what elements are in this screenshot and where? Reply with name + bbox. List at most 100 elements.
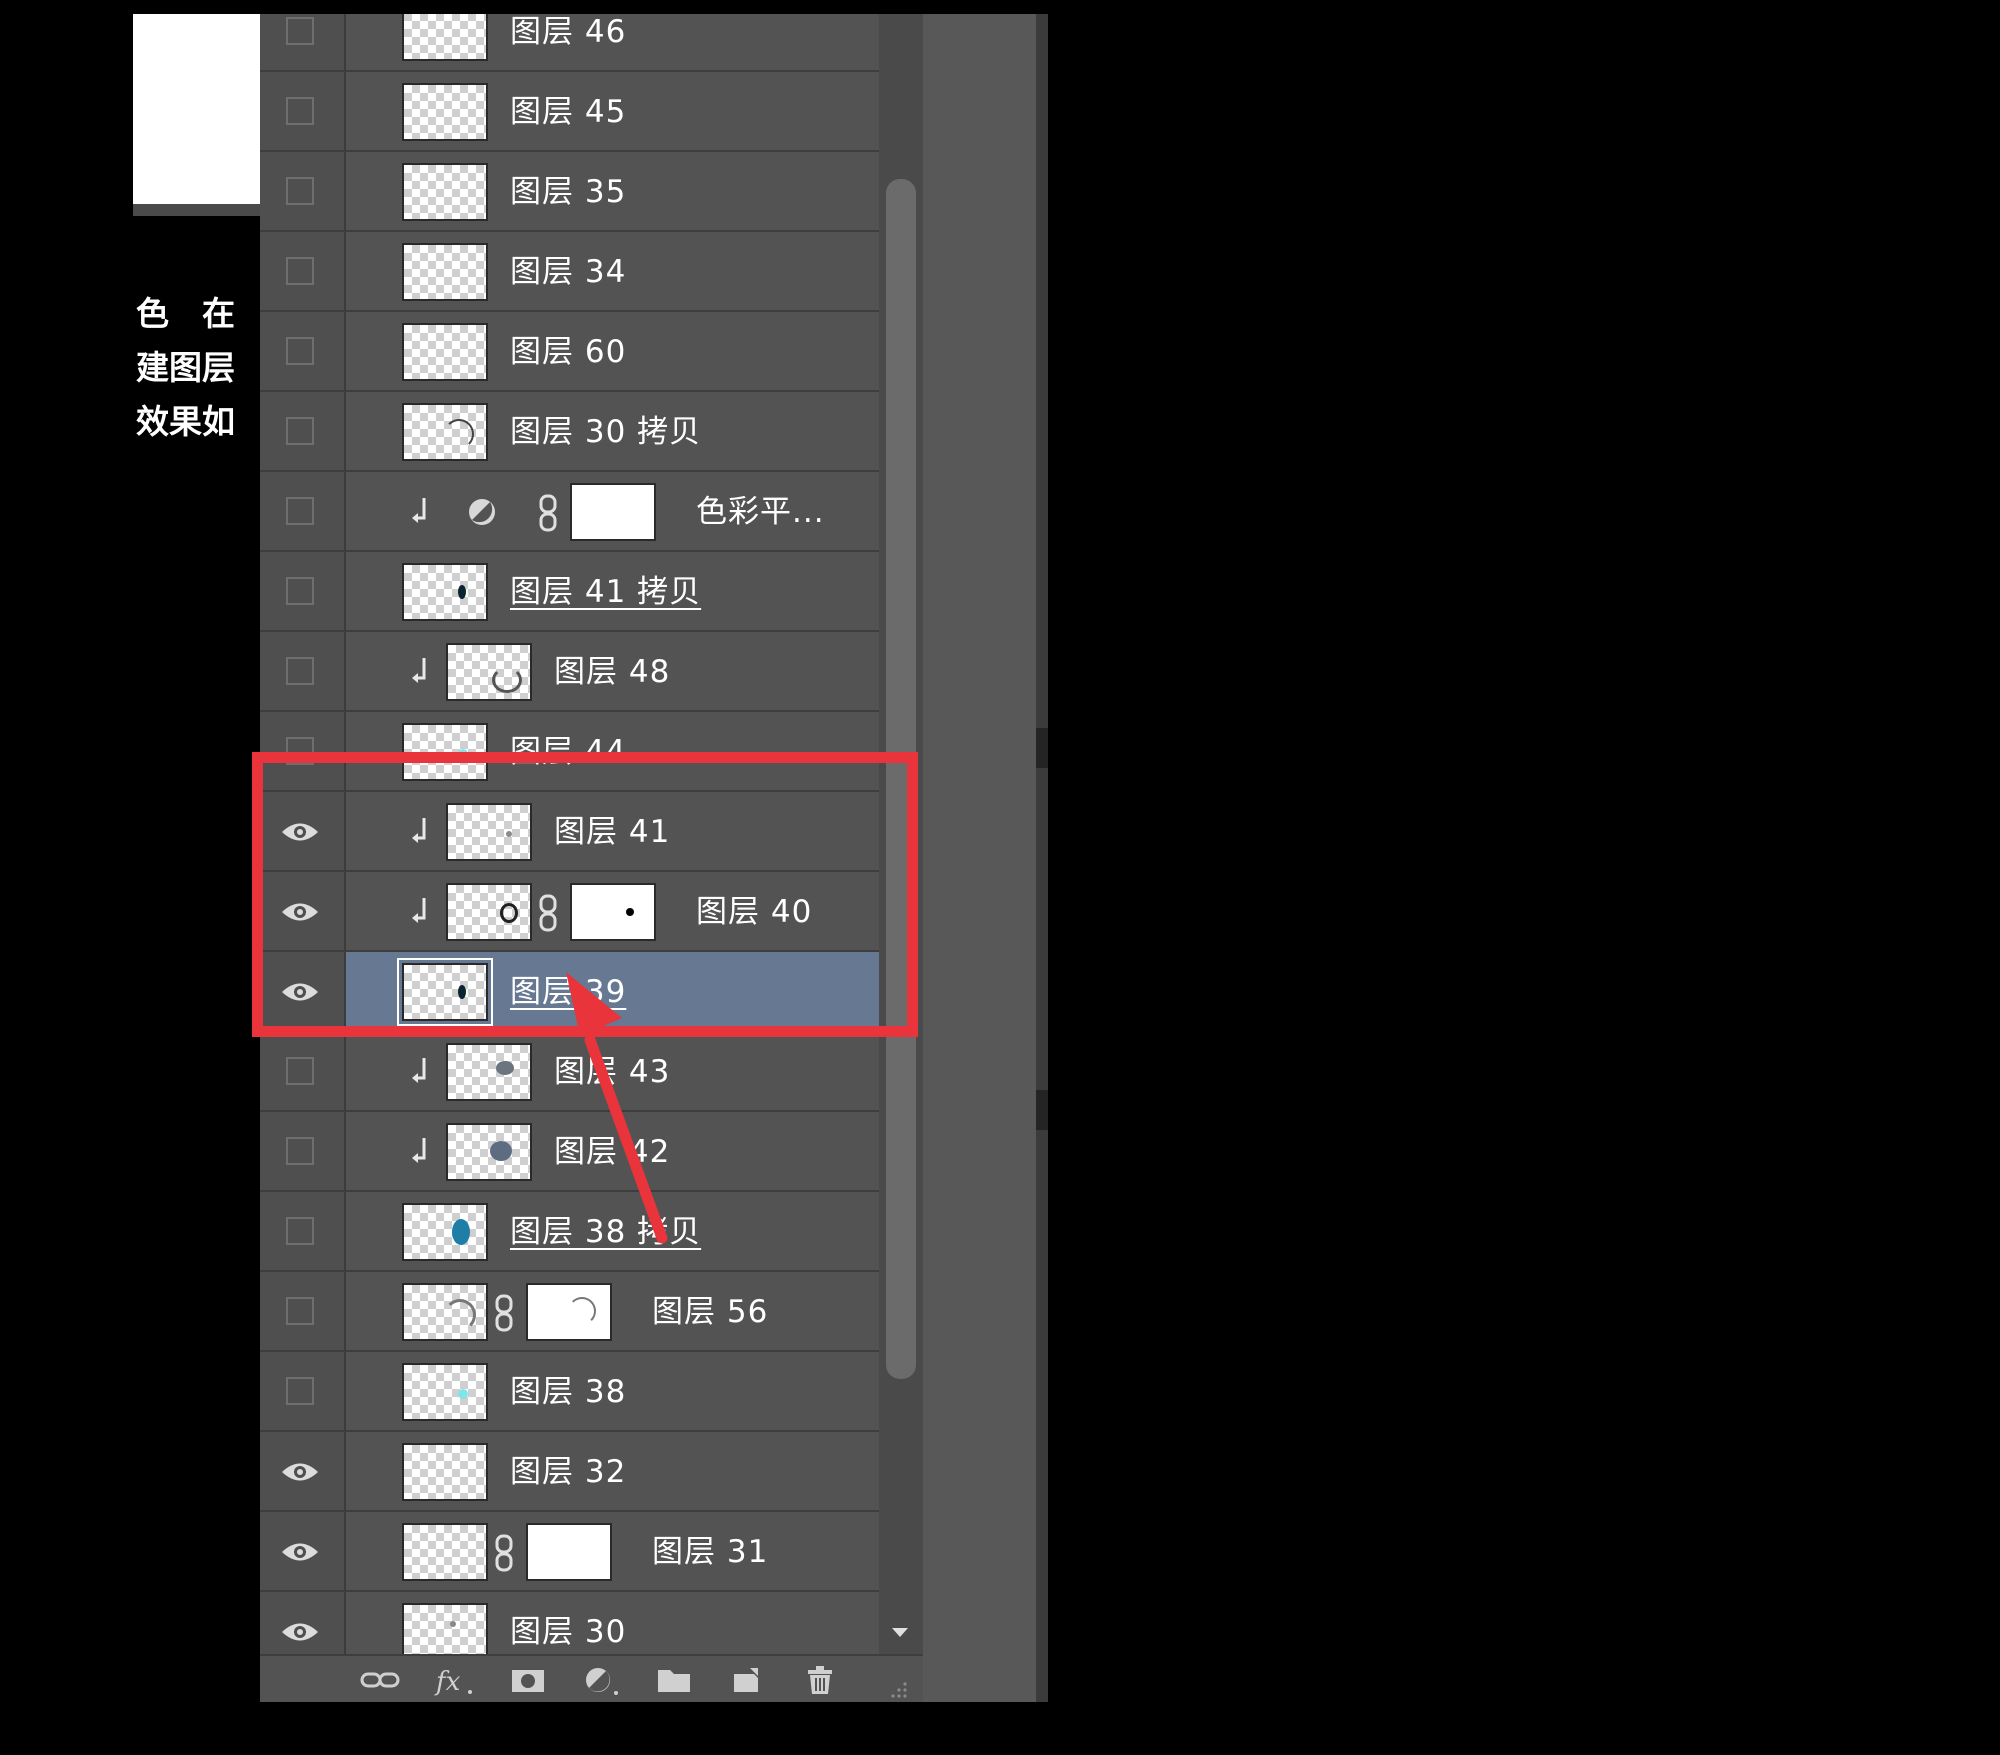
layer-name: 图层 38 <box>510 1374 627 1410</box>
layer-thumbnail <box>402 14 488 61</box>
layer-row[interactable]: 图层 38 拷贝 <box>260 1192 879 1272</box>
layer-row[interactable]: 图层 32 <box>260 1432 879 1512</box>
layer-thumbnail <box>402 243 488 301</box>
eye-icon[interactable] <box>280 1459 320 1485</box>
layer-thumbnail <box>402 1363 488 1421</box>
document-canvas <box>133 14 260 204</box>
visibility-toggle[interactable] <box>286 417 314 445</box>
layer-row[interactable]: 图层 38 <box>260 1352 879 1432</box>
layer-row[interactable]: 图层 43 <box>260 1032 879 1112</box>
layer-thumbnail <box>402 1283 488 1341</box>
layer-thumbnail <box>402 83 488 141</box>
layer-name: 色彩平... <box>696 494 825 530</box>
layer-name: 图层 41 拷贝 <box>510 574 702 610</box>
visibility-toggle[interactable] <box>286 1377 314 1405</box>
layer-name: 图层 34 <box>510 254 627 290</box>
visibility-toggle[interactable] <box>286 177 314 205</box>
visibility-toggle[interactable] <box>286 577 314 605</box>
layer-row[interactable]: 图层 42 <box>260 1112 879 1192</box>
eye-icon[interactable] <box>280 1619 320 1645</box>
new-layer-icon[interactable] <box>724 1664 768 1696</box>
layer-row[interactable]: 图层 30 拷贝 <box>260 392 879 472</box>
thumbnail-content <box>444 1299 476 1331</box>
adjustment-icon[interactable] <box>578 1664 622 1696</box>
add-mask-icon[interactable] <box>506 1664 550 1696</box>
scroll-down-arrow-icon[interactable] <box>890 1624 910 1640</box>
visibility-toggle[interactable] <box>286 1217 314 1245</box>
thumbnail-content <box>492 667 522 693</box>
link-icon[interactable] <box>358 1664 402 1696</box>
clip-arrow-icon <box>412 658 426 683</box>
layer-name: 图层 60 <box>510 334 627 370</box>
canvas-edge <box>133 204 260 216</box>
layer-row[interactable]: 图层 41 拷贝 <box>260 552 879 632</box>
thumbnail-content <box>496 1061 514 1075</box>
layer-row[interactable]: 图层 56 <box>260 1272 879 1352</box>
layer-name: 图层 42 <box>554 1134 671 1170</box>
fx-icon[interactable]: fx <box>432 1664 476 1696</box>
trash-icon[interactable] <box>798 1664 842 1696</box>
layer-thumbnail <box>402 163 488 221</box>
layer-row[interactable]: 色彩平... <box>260 472 879 552</box>
thumbnail-content <box>490 1141 512 1161</box>
layer-name: 图层 35 <box>510 174 627 210</box>
visibility-toggle[interactable] <box>286 337 314 365</box>
layers-toolbar: fx <box>260 1654 923 1702</box>
layer-thumbnail <box>446 1123 532 1181</box>
visibility-toggle[interactable] <box>286 97 314 125</box>
visibility-toggle[interactable] <box>286 1297 314 1325</box>
visibility-toggle[interactable] <box>286 657 314 685</box>
thumbnail-content <box>452 1219 470 1245</box>
dock-divider <box>1036 728 1048 768</box>
layer-mask-thumbnail <box>526 1523 612 1581</box>
visibility-toggle[interactable] <box>286 1137 314 1165</box>
resize-grip-icon[interactable] <box>885 1676 909 1700</box>
layer-thumbnail <box>402 323 488 381</box>
visibility-toggle[interactable] <box>286 497 314 525</box>
layer-name: 图层 45 <box>510 94 627 130</box>
visibility-toggle[interactable] <box>286 1057 314 1085</box>
thumbnail-content <box>458 1389 468 1399</box>
layer-row[interactable]: 图层 35 <box>260 152 879 232</box>
layer-mask-thumbnail <box>570 483 656 541</box>
layer-row[interactable]: 图层 46 <box>260 14 879 72</box>
thumbnail-content <box>458 585 466 599</box>
layer-row[interactable]: 图层 31 <box>260 1512 879 1592</box>
thumbnail-content <box>444 419 474 449</box>
layer-name: 图层 48 <box>554 654 671 690</box>
eye-icon[interactable] <box>280 1539 320 1565</box>
caption-line: 建图层 <box>136 348 235 387</box>
color-balance-icon <box>469 499 495 525</box>
thumbnail-content <box>450 1621 456 1627</box>
layer-thumbnail <box>402 1603 488 1661</box>
svg-text:fx: fx <box>434 1667 461 1696</box>
layer-thumbnail <box>446 643 532 701</box>
layer-thumbnail <box>402 563 488 621</box>
layer-thumbnail <box>402 1443 488 1501</box>
clip-arrow-icon <box>412 1058 426 1083</box>
side-dock <box>923 14 1036 1702</box>
chain-link-icon <box>539 494 557 532</box>
layer-row[interactable]: 图层 45 <box>260 72 879 152</box>
layer-name: 图层 38 拷贝 <box>510 1214 702 1250</box>
layer-row[interactable]: 图层 60 <box>260 312 879 392</box>
layer-name: 图层 31 <box>652 1534 769 1570</box>
layer-thumbnail <box>446 1043 532 1101</box>
highlight-box <box>252 752 918 1037</box>
layer-thumbnail <box>402 1523 488 1581</box>
layer-thumbnail <box>402 403 488 461</box>
caption-line: 色 在 <box>136 294 235 333</box>
layer-row[interactable]: 图层 48 <box>260 632 879 712</box>
layer-name: 图层 56 <box>652 1294 769 1330</box>
layer-mask-thumbnail <box>526 1283 612 1341</box>
visibility-toggle[interactable] <box>286 17 314 45</box>
folder-icon[interactable] <box>652 1664 696 1696</box>
layer-row[interactable]: 图层 34 <box>260 232 879 312</box>
chain-link-icon <box>495 1534 513 1572</box>
clip-arrow-icon <box>412 1138 426 1163</box>
visibility-toggle[interactable] <box>286 257 314 285</box>
mask-content <box>568 1297 596 1325</box>
clip-arrow-icon <box>412 498 426 523</box>
layer-name: 图层 46 <box>510 14 627 50</box>
dock-divider <box>1036 1090 1048 1130</box>
